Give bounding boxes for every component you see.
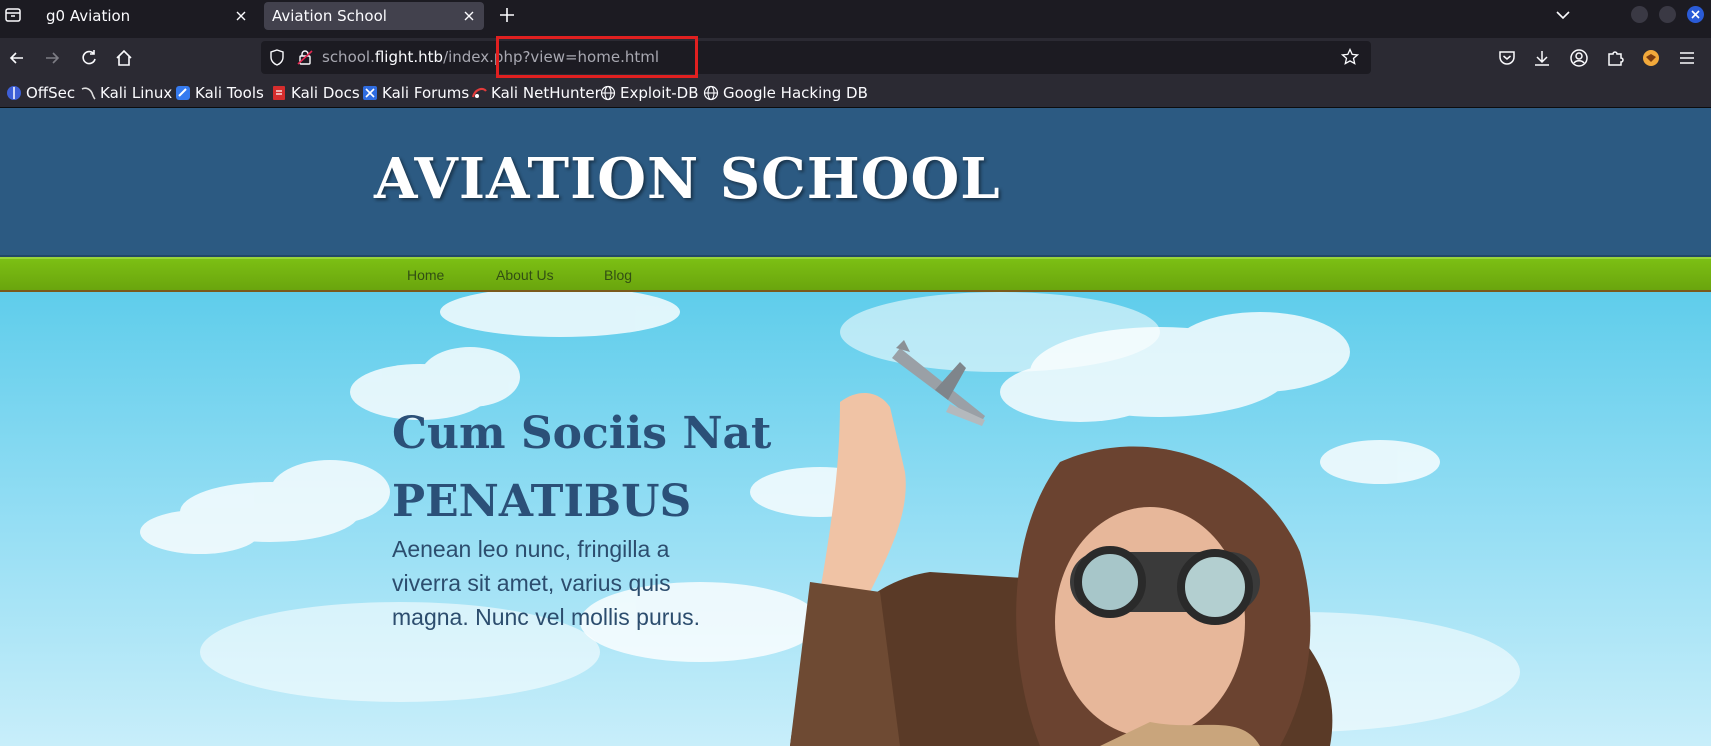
chevron-down-icon[interactable] — [1554, 6, 1572, 24]
hero-heading-line-2: PENATIBUS — [392, 476, 692, 527]
site-header: AVIATION SCHOOL — [0, 108, 1711, 257]
tab-g0-aviation[interactable]: g0 Aviation — [38, 2, 256, 30]
downloads-icon[interactable] — [1532, 48, 1552, 68]
close-window-button[interactable] — [1687, 6, 1704, 23]
bookmarks-toolbar: OffSec Kali Linux Kali Tools Kali Docs K… — [0, 78, 1711, 108]
account-icon[interactable] — [1569, 48, 1589, 68]
bookmark-google-hacking-db[interactable]: Google Hacking DB — [703, 83, 868, 103]
url-text[interactable]: school.flight.htb/index.php?view=home.ht… — [322, 36, 698, 78]
nav-link-home[interactable]: Home — [407, 267, 444, 283]
bookmark-kali-docs[interactable]: Kali Docs — [271, 83, 360, 103]
pocket-icon[interactable] — [1497, 48, 1517, 68]
bookmark-label: OffSec — [26, 84, 76, 102]
forward-arrow-icon[interactable] — [42, 48, 62, 68]
bookmark-label: Google Hacking DB — [723, 84, 868, 102]
nav-link-about-us[interactable]: About Us — [496, 267, 554, 283]
close-icon — [1691, 10, 1700, 19]
tab-title: Aviation School — [272, 7, 387, 25]
page-content: AVIATION SCHOOL Home About Us Blog Cum S… — [0, 108, 1711, 746]
shield-icon[interactable] — [269, 49, 285, 66]
new-tab-icon[interactable] — [498, 6, 516, 24]
bookmark-offsec[interactable]: OffSec — [6, 83, 75, 103]
close-tab-icon[interactable] — [462, 9, 476, 23]
bookmark-label: Kali Docs — [291, 84, 360, 102]
bookmark-label: Kali Forums — [382, 84, 470, 102]
kali-dragon-icon — [81, 87, 96, 100]
site-nav: Home About Us Blog — [0, 257, 1711, 292]
bookmark-kali-tools[interactable]: Kali Tools — [175, 83, 264, 103]
hero-heading: Cum Sociis Nat PENATIBUS — [392, 400, 812, 536]
tab-title: g0 Aviation — [46, 7, 131, 25]
bookmark-label: Kali Tools — [195, 84, 264, 102]
globe-icon — [600, 85, 616, 101]
bookmark-kali-forums[interactable]: Kali Forums — [362, 83, 469, 103]
bookmark-star-icon[interactable] — [1341, 48, 1359, 66]
extensions-icon[interactable] — [1605, 48, 1625, 68]
nethunter-icon — [471, 87, 487, 98]
child-aviator — [790, 392, 1333, 746]
reload-icon[interactable] — [79, 48, 99, 68]
back-arrow-icon[interactable] — [7, 48, 27, 68]
bookmark-label: Exploit-DB — [620, 84, 699, 102]
hero-text: Aenean leo nunc, fringilla a viverra sit… — [392, 536, 701, 630]
nav-link-blog[interactable]: Blog — [604, 267, 632, 283]
offsec-icon — [7, 86, 21, 100]
bookmark-exploit-db[interactable]: Exploit-DB — [600, 83, 699, 103]
hero-banner: Cum Sociis Nat PENATIBUS Aenean leo nunc… — [0, 292, 1711, 746]
globe-icon — [703, 85, 719, 101]
bookmark-label: Kali Linux — [100, 84, 173, 102]
navigation-toolbar: school.flight.htb/index.php?view=home.ht… — [0, 36, 1711, 78]
home-icon[interactable] — [114, 48, 134, 68]
url-host-domain: flight.htb — [374, 48, 444, 66]
url-highlight-box — [496, 36, 698, 78]
extension-fox-icon[interactable] — [1641, 48, 1661, 68]
tab-strip: g0 Aviation Aviation School — [0, 0, 1711, 30]
tab-aviation-school[interactable]: Aviation School — [264, 2, 484, 30]
hero-illustration — [140, 292, 1520, 746]
bookmark-label: Kali NetHunter — [491, 84, 601, 102]
address-bar[interactable]: school.flight.htb/index.php?view=home.ht… — [261, 36, 1371, 78]
tab-list-icon[interactable] — [4, 6, 22, 24]
url-host-prefix: school. — [322, 48, 375, 66]
kali-docs-icon — [273, 86, 285, 100]
site-title: AVIATION SCHOOL — [374, 146, 1001, 212]
minimize-button[interactable] — [1631, 6, 1648, 23]
bookmark-kali-nethunter[interactable]: Kali NetHunter — [471, 83, 601, 103]
bookmark-kali-linux[interactable]: Kali Linux — [80, 83, 172, 103]
kali-tools-icon — [176, 86, 190, 100]
close-tab-icon[interactable] — [234, 9, 248, 23]
insecure-lock-icon[interactable] — [297, 49, 313, 66]
maximize-button[interactable] — [1659, 6, 1676, 23]
hero-heading-line-1: Cum Sociis Nat — [392, 408, 772, 459]
kali-forums-icon — [363, 86, 377, 100]
menu-hamburger-icon[interactable] — [1677, 48, 1697, 68]
